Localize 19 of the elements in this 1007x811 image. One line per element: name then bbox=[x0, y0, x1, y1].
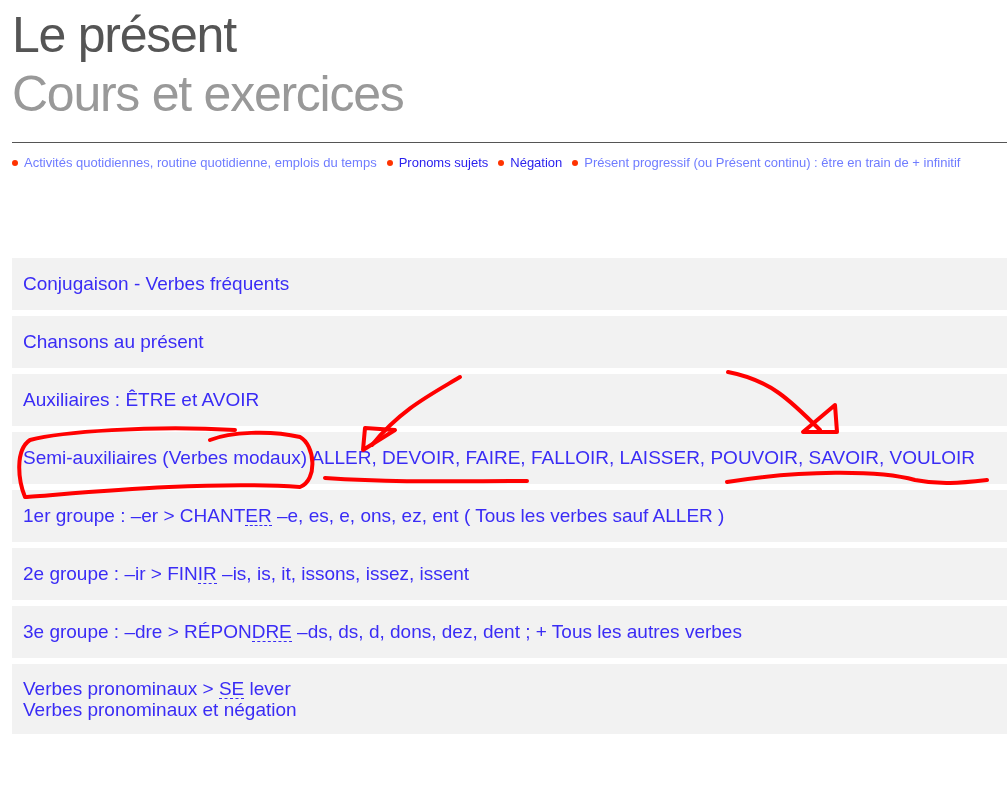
topic-link[interactable]: Verbes pronominaux et négation bbox=[23, 698, 297, 720]
page-title: Le présent bbox=[12, 6, 236, 64]
topic-link[interactable]: Verbes pronominaux > SE lever bbox=[23, 677, 291, 699]
topic-link[interactable]: Présent progressif (ou Présent continu) : être en train de + infinitif bbox=[584, 153, 961, 173]
topic-link[interactable]: Auxiliaires : ÊTRE et AVOIR bbox=[23, 389, 260, 410]
bullet-icon bbox=[498, 159, 505, 166]
topic-link[interactable]: 3e groupe : –dre > RÉPONDRE –ds, ds, d, dons, dez, dent ; + Tous les autres verbes bbox=[23, 621, 742, 642]
topic-link[interactable]: Activités quotidiennes, routine quotidienne, emplois du temps bbox=[24, 153, 377, 173]
bullet-icon bbox=[12, 159, 18, 166]
topic-link[interactable]: Conjugaison - Verbes fréquents bbox=[23, 273, 290, 294]
bullet-icon bbox=[386, 159, 393, 166]
topic-link[interactable]: 1er groupe : –er > CHANTER –e, es, e, ons, ez, ent ( Tous les verbes sauf ALLER ) bbox=[23, 505, 725, 526]
topic-link[interactable]: Semi-auxiliaires (Verbes modaux) ALLER, DEVOIR, FAIRE, FALLOIR, LAISSER, POUVOIR, SAVOIR, VOULOIR bbox=[23, 447, 976, 468]
bullet-icon bbox=[572, 159, 579, 166]
topic-link[interactable]: Chansons au présent bbox=[23, 331, 204, 352]
page-subtitle: Cours et exercices bbox=[12, 65, 404, 124]
topic-link[interactable]: 2e groupe : –ir > FINIR –is, is, it, issons, issez, issent bbox=[23, 563, 470, 584]
topic-link[interactable]: Pronoms sujets bbox=[398, 153, 489, 173]
topic-link[interactable]: Négation bbox=[510, 153, 563, 173]
